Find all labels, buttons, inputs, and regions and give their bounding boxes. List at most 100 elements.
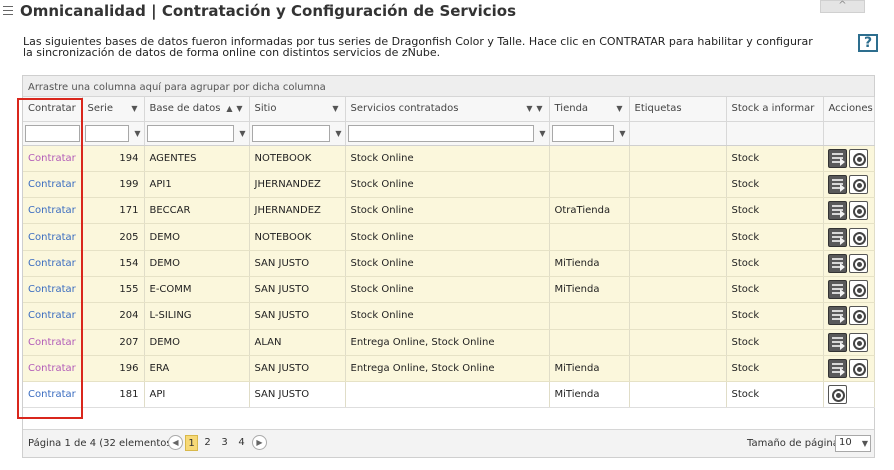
col-serie[interactable]: Serie ▼: [82, 97, 145, 122]
sitio-cell: SAN JUSTO: [254, 389, 310, 401]
settings-target-icon[interactable]: [848, 280, 868, 300]
filter-serie[interactable]: [84, 124, 129, 142]
stock-cell: Stock: [731, 231, 760, 243]
table-row: Contratar 171 BECCAR JHERNANDEZ Stock Online…: [23, 197, 875, 225]
stock-cell: Stock: [731, 152, 760, 164]
funnel-icon[interactable]: ▼: [239, 129, 245, 138]
serie-cell: 181: [119, 389, 139, 401]
database-action-icon[interactable]: [827, 174, 847, 194]
serie-cell: 171: [119, 205, 139, 217]
col-etiquetas[interactable]: Etiquetas: [629, 97, 727, 122]
base-cell: BECCAR: [149, 205, 191, 217]
stock-cell: Stock: [731, 363, 760, 375]
settings-target-icon[interactable]: [848, 253, 868, 273]
base-cell: E-COMM: [149, 284, 192, 296]
col-tienda[interactable]: Tienda ▼: [549, 97, 630, 122]
sitio-cell: JHERNANDEZ: [254, 205, 321, 217]
table-row: Contratar 207 DEMO ALAN Entrega Online, Stoc…: [23, 329, 875, 356]
database-action-icon[interactable]: [827, 253, 847, 273]
funnel-icon[interactable]: ▼: [335, 129, 341, 138]
serie-cell: 205: [119, 231, 139, 243]
filter-sitio[interactable]: [251, 124, 330, 142]
database-action-icon[interactable]: [827, 227, 847, 247]
base-cell: API: [149, 389, 166, 401]
database-action-icon[interactable]: [827, 332, 847, 352]
settings-target-icon[interactable]: [848, 227, 868, 247]
actions-cell: [823, 381, 875, 409]
filter-tienda[interactable]: [551, 124, 614, 142]
page-3[interactable]: 3: [218, 435, 231, 451]
prev-page-icon[interactable]: ◀: [168, 435, 183, 450]
help-icon[interactable]: ?: [858, 34, 878, 52]
serie-cell: 196: [119, 363, 139, 375]
filter-servicios[interactable]: [347, 124, 534, 142]
settings-target-icon[interactable]: [848, 332, 868, 352]
table-row: Contratar 155 E-COMM SAN JUSTO Stock Online M…: [23, 276, 875, 304]
collapse-button[interactable]: ^: [820, 0, 865, 13]
tienda-cell: MiTienda: [554, 257, 600, 269]
filter-icon[interactable]: ▼: [131, 104, 137, 113]
table-row: Contratar 181 API SAN JUSTO MiTienda Stock: [23, 381, 875, 409]
col-sitio[interactable]: Sitio ▼: [249, 97, 346, 122]
filter-icon[interactable]: ▼: [616, 104, 622, 113]
settings-target-icon[interactable]: [827, 385, 847, 405]
table-row: Contratar 196 ERA SAN JUSTO Entrega Online, …: [23, 355, 875, 383]
funnel-icon[interactable]: ▼: [539, 129, 545, 138]
sort-desc-icon[interactable]: ▼: [526, 104, 532, 113]
actions-cell: [823, 302, 875, 330]
servicios-cell: Entrega Online, Stock Online: [350, 363, 495, 375]
actions-cell: [823, 171, 875, 199]
funnel-icon[interactable]: ▼: [134, 129, 140, 138]
col-acciones: Acciones: [823, 97, 875, 122]
database-action-icon[interactable]: [827, 280, 847, 300]
tienda-cell: MiTienda: [554, 284, 600, 296]
page-title: Omnicanalidad | Contratación y Configura…: [20, 2, 517, 20]
tienda-cell: MiTienda: [554, 363, 600, 375]
page-size-select[interactable]: 10 ▼: [835, 435, 871, 452]
filter-icon[interactable]: ▼: [236, 104, 242, 113]
menu-icon[interactable]: [3, 6, 13, 18]
settings-target-icon[interactable]: [848, 306, 868, 326]
database-action-icon[interactable]: [827, 201, 847, 221]
stock-cell: Stock: [731, 257, 760, 269]
settings-target-icon[interactable]: [848, 201, 868, 221]
col-stock[interactable]: Stock a informar: [726, 97, 824, 122]
serie-cell: 155: [119, 284, 139, 296]
database-action-icon[interactable]: [827, 359, 847, 379]
serie-cell: 199: [119, 178, 139, 190]
col-servicios[interactable]: Servicios contratados ▼ ▼: [345, 97, 550, 122]
next-page-icon[interactable]: ▶: [252, 435, 267, 450]
serie-cell: 207: [119, 336, 139, 348]
actions-cell: [823, 145, 875, 172]
tienda-cell: MiTienda: [554, 389, 600, 401]
page-size-label: Tamaño de página:: [747, 438, 843, 449]
page-1[interactable]: 1: [185, 435, 198, 451]
servicios-cell: Stock Online: [350, 178, 414, 190]
actions-cell: [823, 276, 875, 304]
database-action-icon[interactable]: [827, 148, 847, 168]
page-2[interactable]: 2: [201, 435, 214, 451]
stock-cell: Stock: [731, 389, 760, 401]
filter-icon[interactable]: ▼: [536, 104, 542, 113]
sort-asc-icon[interactable]: ▲: [226, 104, 232, 113]
funnel-icon[interactable]: ▼: [619, 129, 625, 138]
actions-cell: [823, 250, 875, 277]
table-row: Contratar 194 AGENTES NOTEBOOK Stock Online S…: [23, 145, 875, 172]
base-cell: DEMO: [149, 231, 181, 243]
settings-target-icon[interactable]: [848, 359, 868, 379]
group-panel[interactable]: Arrastre una columna aquí para agrupar p…: [23, 76, 874, 97]
services-grid: Arrastre una columna aquí para agrupar p…: [22, 75, 875, 458]
table-row: Contratar 204 L-SILING SAN JUSTO Stock Onlin…: [23, 302, 875, 330]
col-base[interactable]: Base de datos ▲ ▼: [144, 97, 250, 122]
servicios-cell: Stock Online: [350, 284, 414, 296]
page-4[interactable]: 4: [235, 435, 248, 451]
filter-icon[interactable]: ▼: [332, 104, 338, 113]
stock-cell: Stock: [731, 178, 760, 190]
settings-target-icon[interactable]: [848, 148, 868, 168]
base-cell: DEMO: [149, 336, 181, 348]
settings-target-icon[interactable]: [848, 174, 868, 194]
stock-cell: Stock: [731, 336, 760, 348]
services-table: Contratar Serie ▼ Base de datos ▲ ▼ Sitio ▼ …: [23, 97, 875, 409]
database-action-icon[interactable]: [827, 306, 847, 326]
filter-base[interactable]: [146, 124, 234, 142]
